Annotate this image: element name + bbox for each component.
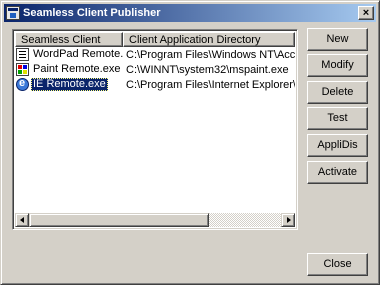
- scroll-track[interactable]: [29, 213, 281, 227]
- column-header-directory[interactable]: Client Application Directory: [123, 32, 295, 47]
- client-name: Paint Remote.exe: [33, 63, 121, 75]
- list-header: Seamless Client Client Application Direc…: [15, 32, 295, 47]
- list-item-wordpad[interactable]: WordPad Remote.exe C:\Program Files\Wind…: [15, 47, 295, 62]
- client-name: WordPad Remote.exe: [33, 48, 123, 60]
- internet-explorer-icon: [16, 78, 29, 91]
- wordpad-icon: [16, 48, 29, 61]
- test-button[interactable]: Test: [307, 107, 368, 130]
- close-button[interactable]: Close: [307, 253, 368, 276]
- modify-button[interactable]: Modify: [307, 54, 368, 77]
- new-button[interactable]: New: [307, 28, 368, 51]
- activate-button[interactable]: Activate: [307, 161, 368, 184]
- publisher-window: Seamless Client Publisher × Seamless Cli…: [0, 0, 380, 285]
- client-directory: C:\Program Files\Internet Explorer\IEXPL…: [126, 78, 295, 91]
- applidis-button[interactable]: AppliDis: [307, 134, 368, 157]
- title-bar[interactable]: Seamless Client Publisher ×: [4, 4, 376, 22]
- list-item-paint[interactable]: Paint Remote.exe C:\WINNT\system32\mspai…: [15, 62, 295, 77]
- client-list[interactable]: Seamless Client Client Application Direc…: [12, 29, 298, 230]
- list-item-ie[interactable]: IE Remote.exe C:\Program Files\Internet …: [15, 77, 295, 92]
- window-title: Seamless Client Publisher: [23, 7, 161, 19]
- close-window-button[interactable]: ×: [358, 6, 374, 20]
- scroll-left-arrow-icon[interactable]: [15, 213, 29, 227]
- delete-button[interactable]: Delete: [307, 81, 368, 104]
- column-header-seamless-client[interactable]: Seamless Client: [15, 32, 123, 47]
- paint-icon: [16, 63, 29, 76]
- publisher-app-icon: [6, 6, 20, 20]
- list-rows: WordPad Remote.exe C:\Program Files\Wind…: [15, 47, 295, 92]
- horizontal-scrollbar[interactable]: [15, 213, 295, 227]
- scroll-right-arrow-icon[interactable]: [281, 213, 295, 227]
- client-directory: C:\Program Files\Windows NT\Accessorie..…: [126, 48, 295, 61]
- client-name: IE Remote.exe: [31, 78, 108, 91]
- scroll-thumb[interactable]: [29, 213, 209, 227]
- client-directory: C:\WINNT\system32\mspaint.exe: [126, 63, 289, 76]
